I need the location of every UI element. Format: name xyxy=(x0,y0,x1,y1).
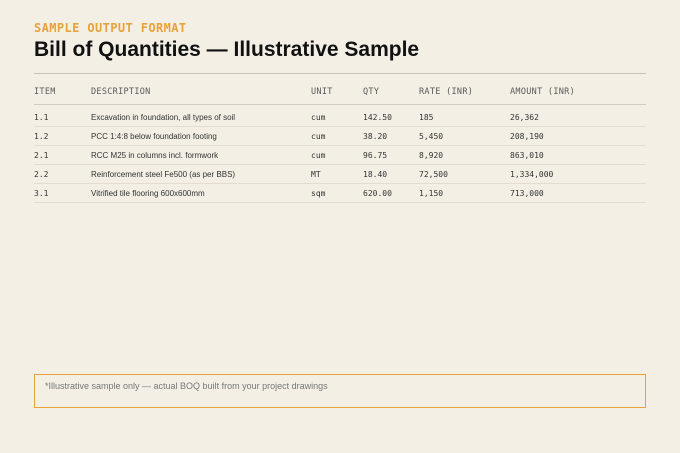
page-title: Bill of Quantities — Illustrative Sample xyxy=(34,38,420,61)
cell-amount: 1,334,000 xyxy=(510,169,554,179)
cell-qty: 96.75 xyxy=(363,150,388,160)
cell-description: Excavation in foundation, all types of s… xyxy=(91,112,236,122)
cell-amount: 208,190 xyxy=(510,131,544,141)
cell-amount: 26,362 xyxy=(510,112,539,122)
table-row: 2.2 Reinforcement steel Fe500 (as per BB… xyxy=(34,165,646,184)
cell-item: 2.2 xyxy=(34,169,49,179)
boq-table: ITEM DESCRIPTION UNIT QTY RATE (INR) AMO… xyxy=(34,80,646,203)
table-row: 3.1 Vitrified tile flooring 600x600mm sq… xyxy=(34,184,646,203)
cell-unit: sqm xyxy=(311,188,326,198)
header-amount: AMOUNT (INR) xyxy=(510,87,576,97)
header-description: DESCRIPTION xyxy=(91,87,151,97)
cell-item: 2.1 xyxy=(34,150,49,160)
cell-qty: 38.20 xyxy=(363,131,388,141)
header-rate: RATE (INR) xyxy=(419,87,474,97)
cell-qty: 18.40 xyxy=(363,169,388,179)
cell-rate: 185 xyxy=(419,112,434,122)
table-header-row: ITEM DESCRIPTION UNIT QTY RATE (INR) AMO… xyxy=(34,80,646,105)
header-item: ITEM xyxy=(34,87,56,97)
cell-rate: 5,450 xyxy=(419,131,444,141)
cell-rate: 8,920 xyxy=(419,150,444,160)
table-row: 2.1 RCC M25 in columns incl. formwork cu… xyxy=(34,146,646,165)
cell-amount: 863,010 xyxy=(510,150,544,160)
cell-item: 1.1 xyxy=(34,112,49,122)
title-divider xyxy=(34,73,646,74)
cell-unit: cum xyxy=(311,150,326,160)
cell-description: Reinforcement steel Fe500 (as per BBS) xyxy=(91,169,236,179)
cell-unit: cum xyxy=(311,112,326,122)
cell-description: RCC M25 in columns incl. formwork xyxy=(91,150,219,160)
header-qty: QTY xyxy=(363,87,380,97)
cell-qty: 142.50 xyxy=(363,112,392,122)
cell-unit: cum xyxy=(311,131,326,141)
cell-rate: 72,500 xyxy=(419,169,448,179)
cell-description: Vitrified tile flooring 600x600mm xyxy=(91,188,205,198)
cell-amount: 713,000 xyxy=(510,188,544,198)
disclaimer-note: *Illustrative sample only — actual BOQ b… xyxy=(34,374,646,408)
cell-item: 3.1 xyxy=(34,188,49,198)
table-row: 1.1 Excavation in foundation, all types … xyxy=(34,108,646,127)
cell-unit: MT xyxy=(311,169,321,179)
cell-item: 1.2 xyxy=(34,131,49,141)
cell-qty: 620.00 xyxy=(363,188,392,198)
cell-description: PCC 1:4:8 below foundation footing xyxy=(91,131,217,141)
table-row: 1.2 PCC 1:4:8 below foundation footing c… xyxy=(34,127,646,146)
page: SAMPLE OUTPUT FORMAT Bill of Quantities … xyxy=(0,0,680,453)
header-unit: UNIT xyxy=(311,87,333,97)
cell-rate: 1,150 xyxy=(419,188,444,198)
section-eyebrow: SAMPLE OUTPUT FORMAT xyxy=(34,21,187,35)
